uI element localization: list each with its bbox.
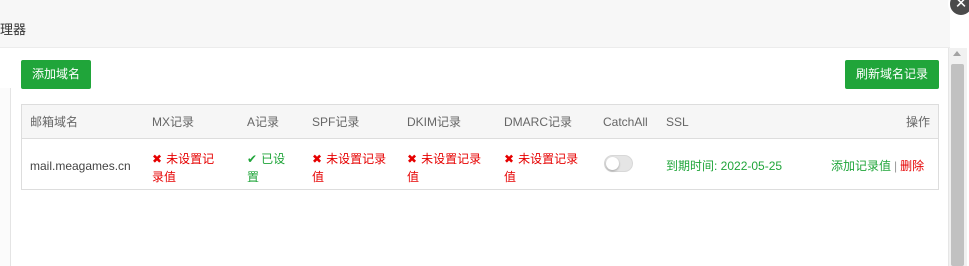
check-icon: ✔ [247,152,258,166]
error-x-icon: ✖ [312,152,323,166]
ssl-expiry: 到期时间: 2022-05-25 [666,159,783,173]
action-separator: | [894,159,898,173]
error-x-icon: ✖ [504,152,515,166]
add-record-link[interactable]: 添加记录值 [831,159,891,173]
dmarc-status: ✖ 未设置记录 值 [504,152,579,184]
row-actions: 添加记录值 | 删除 [831,157,924,175]
mx-status: ✖ 未设置记 录值 [152,152,215,184]
add-domain-button[interactable]: 添加域名 [21,60,91,89]
header-ssl: SSL [666,115,689,129]
refresh-domain-records-button[interactable]: 刷新域名记录 [845,60,939,89]
delete-link[interactable]: 删除 [900,159,924,173]
table-header: 邮箱域名 MX记录 A记录 SPF记录 DKIM记录 DMARC记录 Catch… [22,105,938,139]
domain-table: 邮箱域名 MX记录 A记录 SPF记录 DKIM记录 DMARC记录 Catch… [21,104,939,190]
error-x-icon: ✖ [407,152,418,166]
a-status: ✔ 已设 置 [247,152,286,184]
catchall-toggle[interactable] [604,155,633,172]
error-x-icon: ✖ [152,152,163,166]
spf-status: ✖ 未设置记录 值 [312,152,387,184]
scroll-up-arrow-icon[interactable] [953,51,961,56]
header-mx: MX记录 [152,115,195,129]
header-catchall: CatchAll [603,115,648,129]
dialog-titlebar: 理器 [0,0,950,48]
header-actions: 操作 [906,115,931,129]
domain-name: mail.meagames.cn [30,159,131,173]
header-a: A记录 [247,115,280,129]
dialog-title: 理器 [0,22,27,37]
scrollbar-thumb[interactable] [951,64,964,266]
left-panel-edge [0,88,11,266]
header-dkim: DKIM记录 [407,115,462,129]
header-dmarc: DMARC记录 [504,115,572,129]
header-domain: 邮箱域名 [30,115,79,129]
close-icon[interactable]: ✕ [948,0,969,17]
header-spf: SPF记录 [312,115,360,129]
dkim-status: ✖ 未设置记录 值 [407,152,482,184]
toggle-knob [606,157,619,170]
